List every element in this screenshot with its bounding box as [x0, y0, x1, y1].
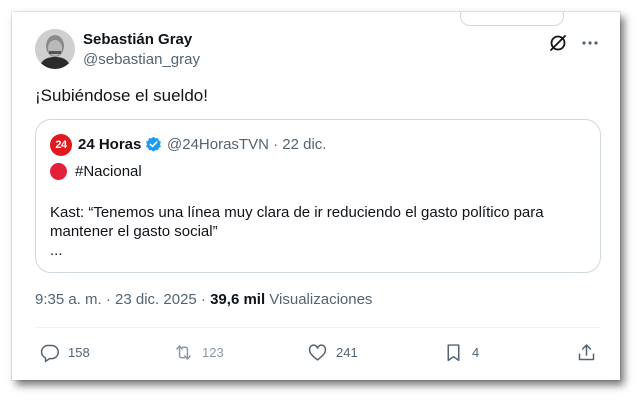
red-circle-icon: [50, 162, 67, 180]
grok-icon[interactable]: [548, 33, 568, 53]
more-icon[interactable]: [580, 33, 600, 53]
share-icon: [578, 343, 595, 360]
divider: [35, 327, 601, 328]
quoted-body: Kast: “Tenemos una línea muy clara de ir…: [50, 204, 544, 240]
timestamp[interactable]: 9:35 a. m. · 23 dic. 2025 ·: [35, 291, 210, 308]
views-label: Visualizaciones: [265, 291, 373, 308]
quoted-tweet[interactable]: 24 24 Horas @24HorasTVN · 22 dic. #Nacio…: [35, 119, 601, 273]
bookmark-button[interactable]: 4: [443, 340, 479, 364]
author-name[interactable]: Sebastián Gray: [83, 31, 192, 48]
reply-count: 158: [68, 344, 90, 360]
hidden-top-tab: [460, 12, 564, 26]
retweet-button[interactable]: 123: [173, 340, 224, 364]
quoted-avatar-logo[interactable]: 24: [50, 134, 72, 156]
like-button[interactable]: 241: [307, 340, 358, 364]
bookmark-icon: [447, 343, 460, 361]
verified-badge-icon: [146, 136, 161, 152]
share-button[interactable]: [576, 340, 597, 364]
avatar[interactable]: [35, 29, 75, 69]
quoted-author-name[interactable]: 24 Horas: [78, 136, 141, 153]
tweet-header: Sebastián Gray @sebastian_gray: [35, 29, 604, 71]
quoted-tag-row: #Nacional: [50, 161, 142, 181]
quoted-hashtag[interactable]: #Nacional: [75, 163, 142, 180]
author-handle[interactable]: @sebastian_gray: [83, 51, 200, 68]
tweet-stats: 9:35 a. m. · 23 dic. 2025 · 39,6 mil Vis…: [35, 291, 372, 308]
quoted-handle-date: @24HorasTVN · 22 dic.: [167, 136, 327, 153]
bookmark-count: 4: [472, 344, 480, 360]
reply-icon: [40, 344, 59, 362]
retweet-count: 123: [202, 344, 224, 360]
like-count: 241: [336, 344, 358, 360]
action-bar: 158 123 241 4: [35, 340, 601, 364]
reply-button[interactable]: 158: [39, 340, 90, 364]
like-icon: [308, 343, 327, 361]
tweet-text: ¡Subiéndose el sueldo!: [35, 86, 208, 105]
tweet-card: Sebastián Gray @sebastian_gray ¡Subiéndo…: [12, 12, 620, 380]
views-count: 39,6 mil: [210, 291, 266, 308]
retweet-icon: [176, 344, 191, 360]
quoted-ellipsis: ...: [50, 242, 63, 259]
